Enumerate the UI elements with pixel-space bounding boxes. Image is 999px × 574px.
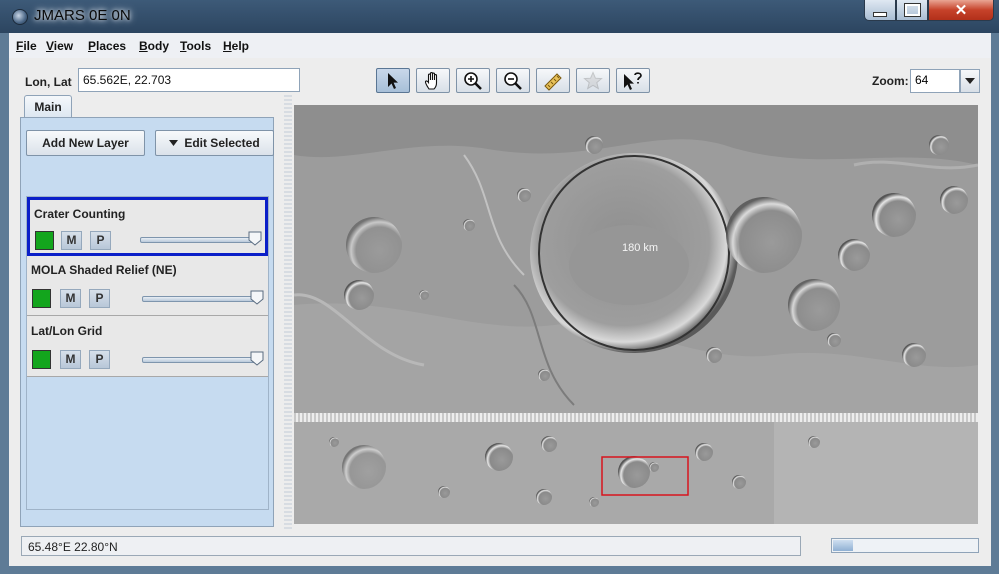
panner-view[interactable]	[294, 422, 978, 524]
panner-overview-map	[294, 422, 978, 524]
dropdown-arrow-icon	[169, 140, 179, 146]
main-map-view[interactable]: 180 km	[294, 105, 978, 413]
app-window: JMARS 0E 0N ✕ File View Places Body Tool…	[0, 0, 999, 574]
add-new-layer-label: Add New Layer	[42, 136, 129, 150]
slider-thumb-icon[interactable]	[248, 231, 262, 246]
menu-body[interactable]: Body	[139, 39, 169, 53]
layer-list: Crater Counting M P MOLA Shaded Relief (…	[26, 196, 269, 510]
layer-name: Lat/Lon Grid	[31, 324, 103, 338]
tab-main-body: Add New Layer Edit Selected Crater Count…	[20, 117, 274, 527]
zoom-dropdown-button[interactable]	[960, 69, 980, 93]
menu-help[interactable]: Help	[223, 39, 249, 53]
lonlat-label: Lon, Lat	[25, 75, 72, 89]
star-icon	[583, 70, 603, 90]
layer-panner-toggle[interactable]: P	[89, 289, 110, 308]
investigate-button[interactable]	[616, 68, 650, 93]
status-coordinates: 65.48°E 22.80°N	[21, 536, 801, 556]
zoom-out-button[interactable]	[496, 68, 530, 93]
pan-button[interactable]	[416, 68, 450, 93]
menu-places[interactable]: Places	[88, 39, 126, 53]
layer-main-toggle[interactable]: M	[60, 350, 81, 369]
zoom-in-button[interactable]	[456, 68, 490, 93]
menu-view[interactable]: View	[46, 39, 73, 53]
favorite-button[interactable]	[576, 68, 610, 93]
add-new-layer-button[interactable]: Add New Layer	[26, 130, 145, 156]
layer-name: MOLA Shaded Relief (NE)	[31, 263, 177, 277]
edit-selected-label: Edit Selected	[184, 136, 260, 150]
slider-thumb-icon[interactable]	[250, 290, 264, 305]
minimize-icon	[873, 11, 887, 17]
zoom-select[interactable]: 64	[910, 69, 960, 93]
zoom-out-icon	[504, 71, 522, 90]
vertical-splitter[interactable]	[284, 95, 292, 531]
layer-panner-toggle[interactable]: P	[89, 350, 110, 369]
maximize-icon	[903, 3, 921, 17]
layer-opacity-slider[interactable]	[142, 357, 260, 363]
tab-main[interactable]: Main	[24, 95, 72, 117]
menu-bar: File View Places Body Tools Help	[9, 33, 991, 58]
layer-opacity-slider[interactable]	[140, 237, 258, 243]
layer-color-swatch[interactable]	[32, 289, 51, 308]
zoom-label: Zoom:	[872, 74, 909, 88]
horizontal-splitter[interactable]	[294, 413, 978, 422]
crater-diameter-label: 180 km	[622, 242, 658, 254]
progress-bar	[831, 538, 979, 553]
layer-row-mola-shaded-relief[interactable]: MOLA Shaded Relief (NE) M P	[27, 256, 268, 316]
menu-file[interactable]: File	[16, 39, 37, 53]
select-pointer-icon	[388, 72, 398, 89]
slider-thumb-icon[interactable]	[250, 351, 264, 366]
layer-row-crater-counting[interactable]: Crater Counting M P	[27, 197, 268, 256]
minimize-button[interactable]	[864, 0, 896, 21]
select-pointer-button[interactable]	[376, 68, 410, 93]
title-bar[interactable]: JMARS 0E 0N ✕	[0, 0, 999, 33]
progress-bar-fill	[833, 540, 853, 551]
layer-row-latlon-grid[interactable]: Lat/Lon Grid M P	[27, 316, 268, 377]
layer-manager-panel: Main Add New Layer Edit Selected Crater …	[18, 95, 280, 531]
lonlat-input[interactable]	[78, 68, 300, 92]
layer-main-toggle[interactable]: M	[61, 231, 82, 250]
zoom-in-icon	[464, 71, 482, 90]
edit-selected-button[interactable]: Edit Selected	[155, 130, 274, 156]
pan-hand-icon	[424, 71, 438, 90]
layer-name: Crater Counting	[34, 207, 126, 221]
layer-opacity-slider[interactable]	[142, 296, 260, 302]
investigate-pointer-icon	[624, 71, 642, 90]
window-title: JMARS 0E 0N	[34, 7, 131, 24]
app-logo-icon	[12, 9, 28, 25]
ruler-icon	[544, 72, 562, 91]
layer-color-swatch[interactable]	[35, 231, 54, 250]
measure-button[interactable]	[536, 68, 570, 93]
layer-color-swatch[interactable]	[32, 350, 51, 369]
close-icon: ✕	[954, 2, 968, 19]
close-button[interactable]: ✕	[928, 0, 994, 21]
menu-tools[interactable]: Tools	[180, 39, 211, 53]
layer-panner-toggle[interactable]: P	[90, 231, 111, 250]
maximize-button[interactable]	[896, 0, 928, 21]
layer-main-toggle[interactable]: M	[60, 289, 81, 308]
shaded-relief-map: 180 km	[294, 105, 978, 413]
chevron-down-icon	[965, 78, 975, 84]
app-client-area: File View Places Body Tools Help Lon, La…	[9, 33, 991, 566]
